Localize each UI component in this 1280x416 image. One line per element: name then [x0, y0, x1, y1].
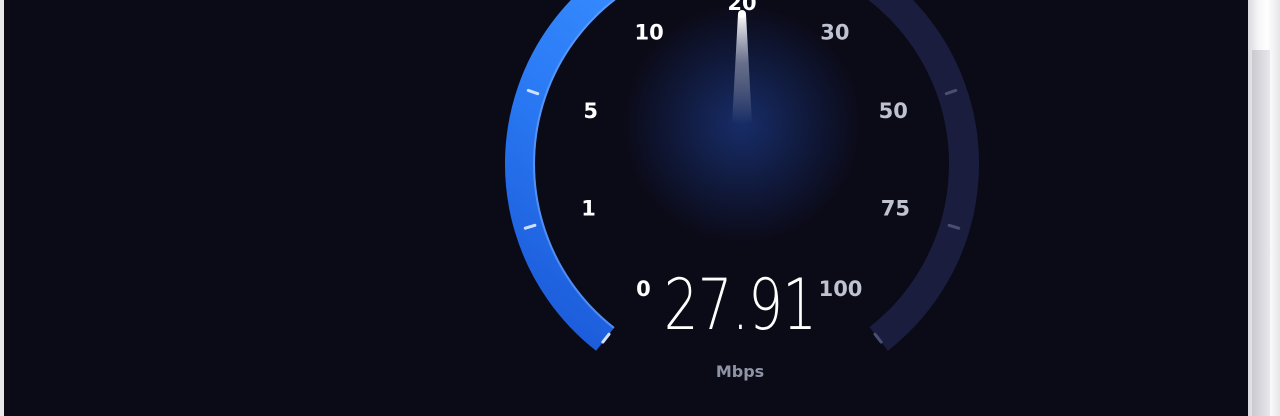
scrollbar[interactable]: [1252, 50, 1270, 416]
gauge-scale-label: 75: [881, 196, 910, 220]
gauge-scale-label: 1: [581, 196, 596, 220]
gauge-scale-label: 10: [634, 21, 663, 45]
gauge-scale-label: 30: [820, 21, 849, 45]
gauge-scale-label: 5: [583, 99, 598, 123]
gauge-needle-tip: [738, 10, 746, 18]
gauge-scale-label: 50: [879, 99, 908, 123]
speed-value: 27.91: [663, 264, 817, 346]
speedtest-screen: 0 1 5 10 20 30 50 75 100 27.91 Mbps: [0, 0, 1280, 416]
speed-unit: Mbps: [715, 362, 765, 381]
screen-left-edge: [0, 0, 4, 416]
speed-gauge: 0151020305075100: [505, 0, 979, 351]
